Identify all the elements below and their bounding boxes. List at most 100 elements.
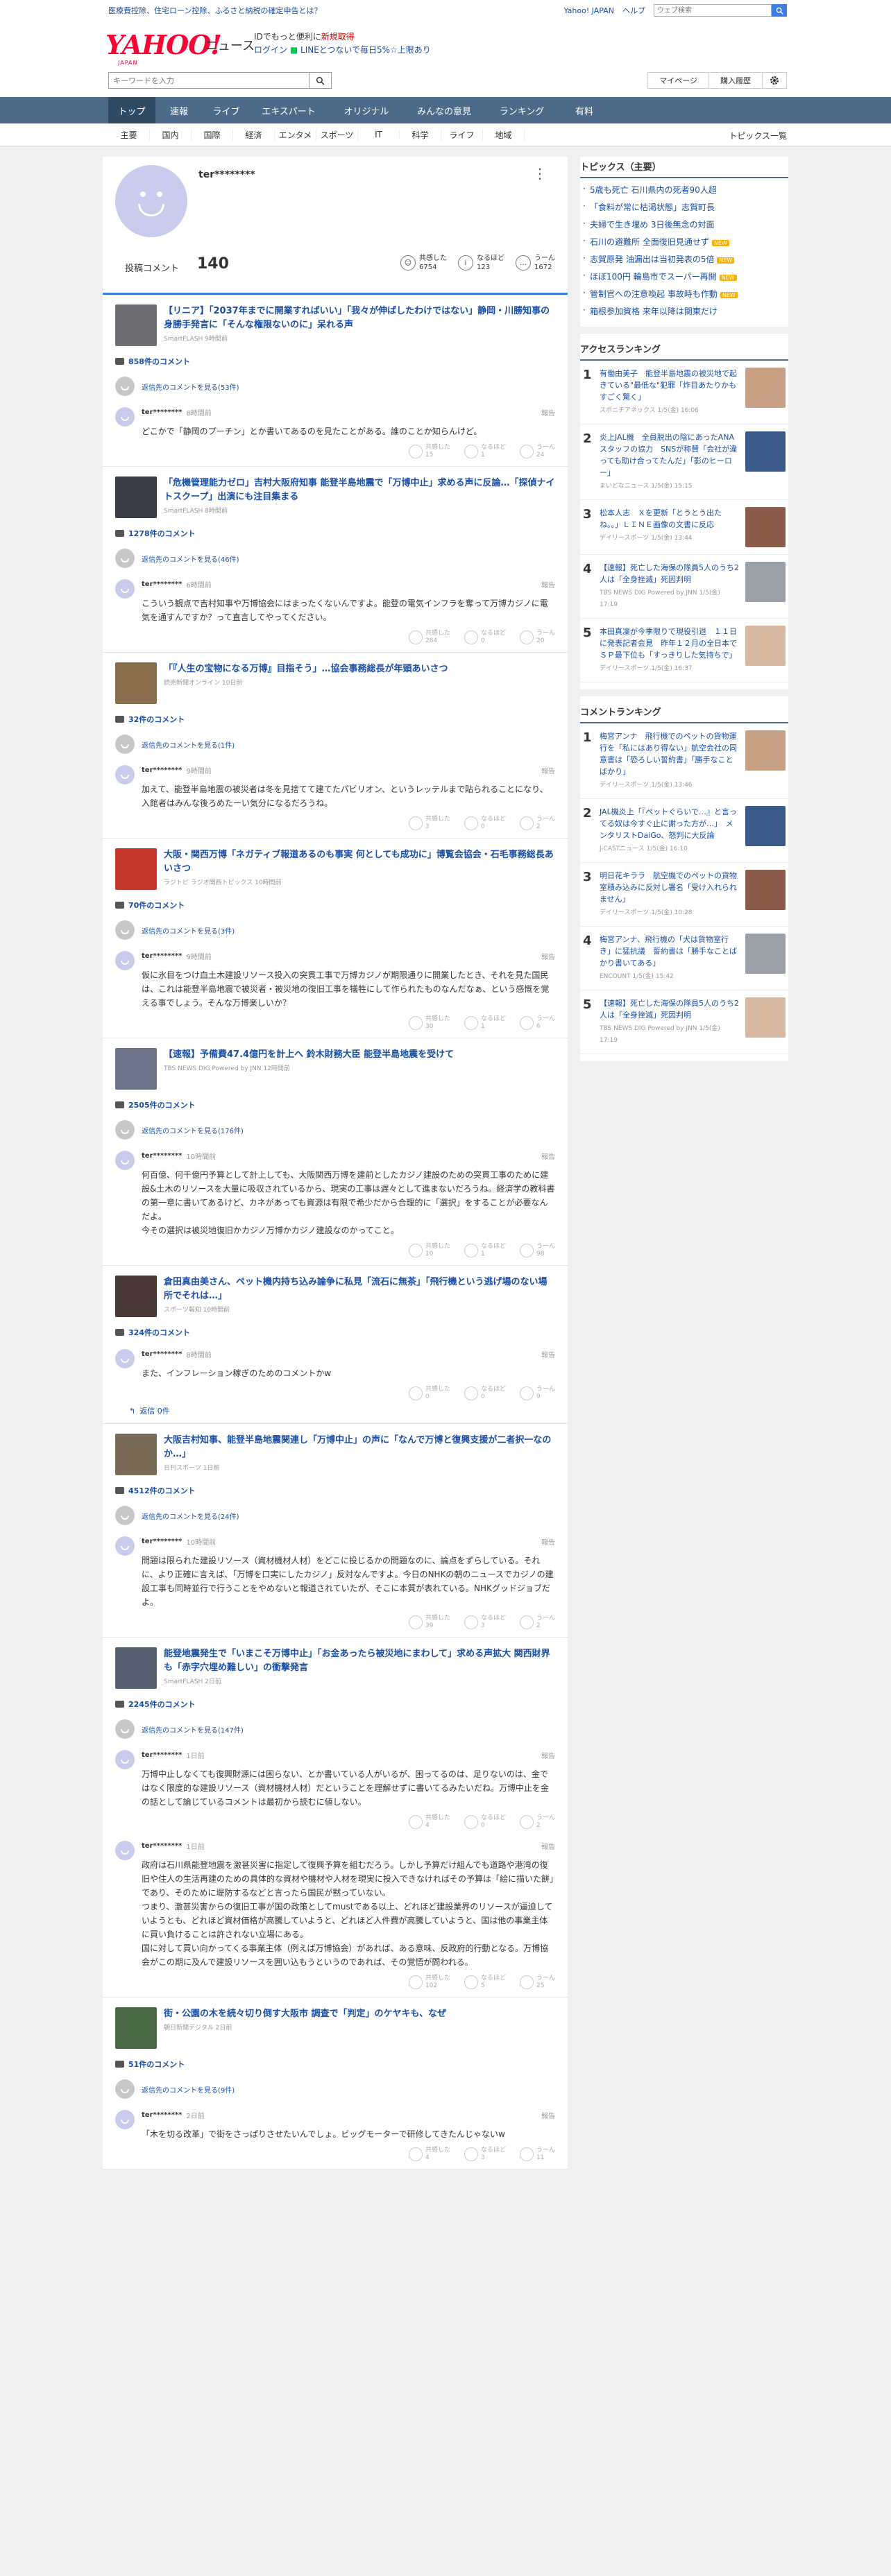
reaction-naruhodo-button[interactable]: なるほど 1 <box>464 444 506 459</box>
reaction-naruhodo-button[interactable]: なるほど 0 <box>464 630 506 645</box>
reaction-naruhodo-button[interactable]: なるほど 1 <box>464 1015 506 1031</box>
help-link[interactable]: ヘルプ <box>622 5 645 16</box>
article-thumbnail[interactable] <box>115 1434 157 1475</box>
reaction-uun-button[interactable]: うーん 2 <box>519 1814 555 1830</box>
reaction-empathy-button[interactable]: 共感した 3 <box>408 816 450 831</box>
ad-link[interactable]: 医療費控除、住宅ローン控除、ふるさと納税の確定申告とは？ <box>108 5 321 16</box>
comment-author[interactable]: ter******** <box>142 2111 182 2119</box>
tab-top[interactable]: トップ <box>108 97 155 123</box>
category-economy[interactable]: 経済 <box>233 128 275 141</box>
topic-item[interactable]: 志賀原発 油漏出は当初発表の5倍NEW <box>583 250 786 268</box>
reaction-empathy-button[interactable]: 共感した 39 <box>408 1615 450 1630</box>
tab-ranking[interactable]: ランキング <box>483 97 561 123</box>
reaction-naruhodo-button[interactable]: なるほど 0 <box>464 1814 506 1830</box>
parent-comment-link[interactable]: 返信先のコメントを見る(176件) <box>115 1120 555 1140</box>
reaction-empathy-button[interactable]: 共感した 10 <box>408 1243 450 1258</box>
article-thumbnail[interactable] <box>115 304 157 346</box>
tab-live[interactable]: ライブ <box>203 97 250 123</box>
category-sports[interactable]: スポーツ <box>316 128 358 141</box>
article-title-link[interactable]: 【速報】予備費47.4億円を計上へ 鈴木財務大臣 能登半島地震を受けて <box>164 1049 454 1060</box>
reaction-uun-button[interactable]: うーん 9 <box>519 1386 555 1401</box>
reaction-naruhodo-button[interactable]: なるほど 0 <box>464 1386 506 1401</box>
comment-author[interactable]: ter******** <box>142 766 182 774</box>
ranking-item[interactable]: 5 【速報】死亡した海保の隊員5人のうち2人は「全身挫滅」死因判明 TBS NEWS… <box>580 990 788 1054</box>
reaction-naruhodo-button[interactable]: なるほど 5 <box>464 1975 506 1990</box>
comment-count-link[interactable]: 4512件のコメント <box>115 1485 555 1496</box>
article-title-link[interactable]: 倉田真由美さん、ペット機内持ち込み論争に私見「流石に無茶」「飛行機という逃げ場の… <box>164 1277 548 1301</box>
ranking-item[interactable]: 2 JAL機炎上「『ペットぐらいで…』と言ってる奴は今すぐ止に謝った方が…」 メン… <box>580 799 788 863</box>
parent-comment-link[interactable]: 返信先のコメントを見る(53件) <box>115 377 555 396</box>
parent-comment-link[interactable]: 返信先のコメントを見る(9件) <box>115 2079 555 2099</box>
more-menu-icon[interactable]: ⋮ <box>533 165 547 182</box>
article-title-link[interactable]: 能登地震発生で「いまこそ万博中止」「お金あったら被災地にまわして」求める声拡大 … <box>164 1649 550 1673</box>
comment-count-link[interactable]: 70件のコメント <box>115 900 555 911</box>
reaction-empathy-button[interactable]: 共感した 4 <box>408 1814 450 1830</box>
reaction-uun-button[interactable]: うーん 24 <box>519 444 555 459</box>
report-link[interactable]: 報告 <box>541 951 555 961</box>
comment-count-link[interactable]: 1278件のコメント <box>115 528 555 539</box>
comment-author[interactable]: ter******** <box>142 1842 182 1850</box>
history-button[interactable]: 購入履歴 <box>708 72 763 89</box>
category-life[interactable]: ライフ <box>441 128 483 141</box>
comment-count-link[interactable]: 2245件のコメント <box>115 1699 555 1710</box>
ranking-item[interactable]: 1 梅宮アンナ 飛行機でのペットの貨物運行を「私にはあり得ない」航空会社の同意書は… <box>580 723 788 799</box>
article-title-link[interactable]: 大阪・関西万博「ネガティブ報道あるのも事実 何としても成功に」博覧会協会・石毛事… <box>164 850 554 874</box>
article-thumbnail[interactable] <box>115 476 157 518</box>
comment-author[interactable]: ter******** <box>142 409 182 416</box>
topic-item[interactable]: 5歳も死亡 石川県内の死者90人超 <box>583 181 786 198</box>
line-promo-link[interactable]: LINEとつないで毎日5%☆上限あり <box>300 45 431 55</box>
reaction-naruhodo-button[interactable]: なるほど 0 <box>464 816 506 831</box>
category-domestic[interactable]: 国内 <box>150 128 192 141</box>
report-link[interactable]: 報告 <box>541 765 555 775</box>
yahoo-logo[interactable]: YAHOO! <box>105 29 222 60</box>
reaction-uun-button[interactable]: うーん 11 <box>519 2147 555 2162</box>
category-it[interactable]: IT <box>358 130 400 139</box>
ranking-item[interactable]: 4 【速報】死亡した海保の隊員5人のうち2人は「全身挫滅」死因判明 TBS NEWS… <box>580 555 788 619</box>
category-world[interactable]: 国際 <box>192 128 233 141</box>
settings-button[interactable] <box>762 72 787 89</box>
article-title-link[interactable]: 街・公園の木を続々切り倒す大阪市 調査で「判定」のケヤキも、なぜ <box>164 2009 446 2019</box>
tab-opinions[interactable]: みんなの意見 <box>405 97 483 123</box>
comment-author[interactable]: ter******** <box>142 581 182 588</box>
parent-comment-link[interactable]: 返信先のコメントを見る(147件) <box>115 1719 555 1739</box>
tab-paid[interactable]: 有料 <box>561 97 608 123</box>
mypage-button[interactable]: マイページ <box>647 72 709 89</box>
comment-count-link[interactable]: 2505件のコメント <box>115 1099 555 1110</box>
parent-comment-link[interactable]: 返信先のコメントを見る(1件) <box>115 735 555 754</box>
reaction-empathy-button[interactable]: 共感した 30 <box>408 1015 450 1031</box>
report-link[interactable]: 報告 <box>541 2110 555 2120</box>
report-link[interactable]: 報告 <box>541 1349 555 1359</box>
comment-author[interactable]: ter******** <box>142 1350 182 1358</box>
topic-item[interactable]: 管制官への注意喚起 事故時も作動NEW <box>583 285 786 302</box>
category-science[interactable]: 科学 <box>400 128 441 141</box>
ranking-item[interactable]: 3 松本人志 Ｘを更新「とうとう出たね。。」ＬＩＮＥ画像の文書に反応 デイリースポー… <box>580 500 788 555</box>
parent-comment-link[interactable]: 返信先のコメントを見る(24件) <box>115 1506 555 1525</box>
reaction-uun-button[interactable]: うーん 98 <box>519 1243 555 1258</box>
ranking-item[interactable]: 4 梅宮アンナ、飛行機の「犬は貨物室行き」に猛抗議 誓約書は「勝手なことばかり書い… <box>580 927 788 990</box>
reaction-uun-button[interactable]: うーん 25 <box>519 1975 555 1990</box>
keyword-search-button[interactable] <box>309 72 332 89</box>
comment-count-link[interactable]: 51件のコメント <box>115 2059 555 2070</box>
parent-comment-link[interactable]: 返信先のコメントを見る(46件) <box>115 549 555 568</box>
article-title-link[interactable]: 「危機管理能力ゼロ」吉村大阪府知事 能登半島地震で「万博中止」求める声に反論…「… <box>164 478 555 502</box>
reaction-empathy-button[interactable]: 共感した 15 <box>408 444 450 459</box>
reaction-naruhodo-button[interactable]: なるほど 3 <box>464 1615 506 1630</box>
reaction-empathy-button[interactable]: 共感した 284 <box>408 630 450 645</box>
topic-item[interactable]: 夫婦で生き埋め 3日後無念の対面 <box>583 216 786 233</box>
comment-author[interactable]: ter******** <box>142 1538 182 1545</box>
report-link[interactable]: 報告 <box>541 1151 555 1161</box>
ranking-item[interactable]: 1 有働由美子 能登半島地震の被災地で起きている"最低な"犯罪「炸目あたりかもすご… <box>580 361 788 424</box>
report-link[interactable]: 報告 <box>541 407 555 418</box>
category-entertainment[interactable]: エンタメ <box>275 128 316 141</box>
report-link[interactable]: 報告 <box>541 1536 555 1547</box>
article-title-link[interactable]: 大阪吉村知事、能登半島地震関連し「万博中止」の声に「なんで万博と復興支援が二者択… <box>164 1435 551 1459</box>
topic-item[interactable]: ほぼ100円 輪島市でスーパー再開NEW <box>583 268 786 285</box>
article-thumbnail[interactable] <box>115 662 157 704</box>
comment-author[interactable]: ter******** <box>142 952 182 960</box>
ranking-item[interactable]: 5 本田真凜が今季限りで現役引退 １１日に発表記者会見 昨年１２月の全日本でＳＰ最… <box>580 619 788 682</box>
reaction-uun-button[interactable]: うーん 20 <box>519 630 555 645</box>
web-search-input[interactable] <box>654 4 772 17</box>
reply-link[interactable]: ↰ 返信 0件 <box>129 1405 555 1416</box>
category-main[interactable]: 主要 <box>108 128 150 141</box>
article-thumbnail[interactable] <box>115 1048 157 1090</box>
